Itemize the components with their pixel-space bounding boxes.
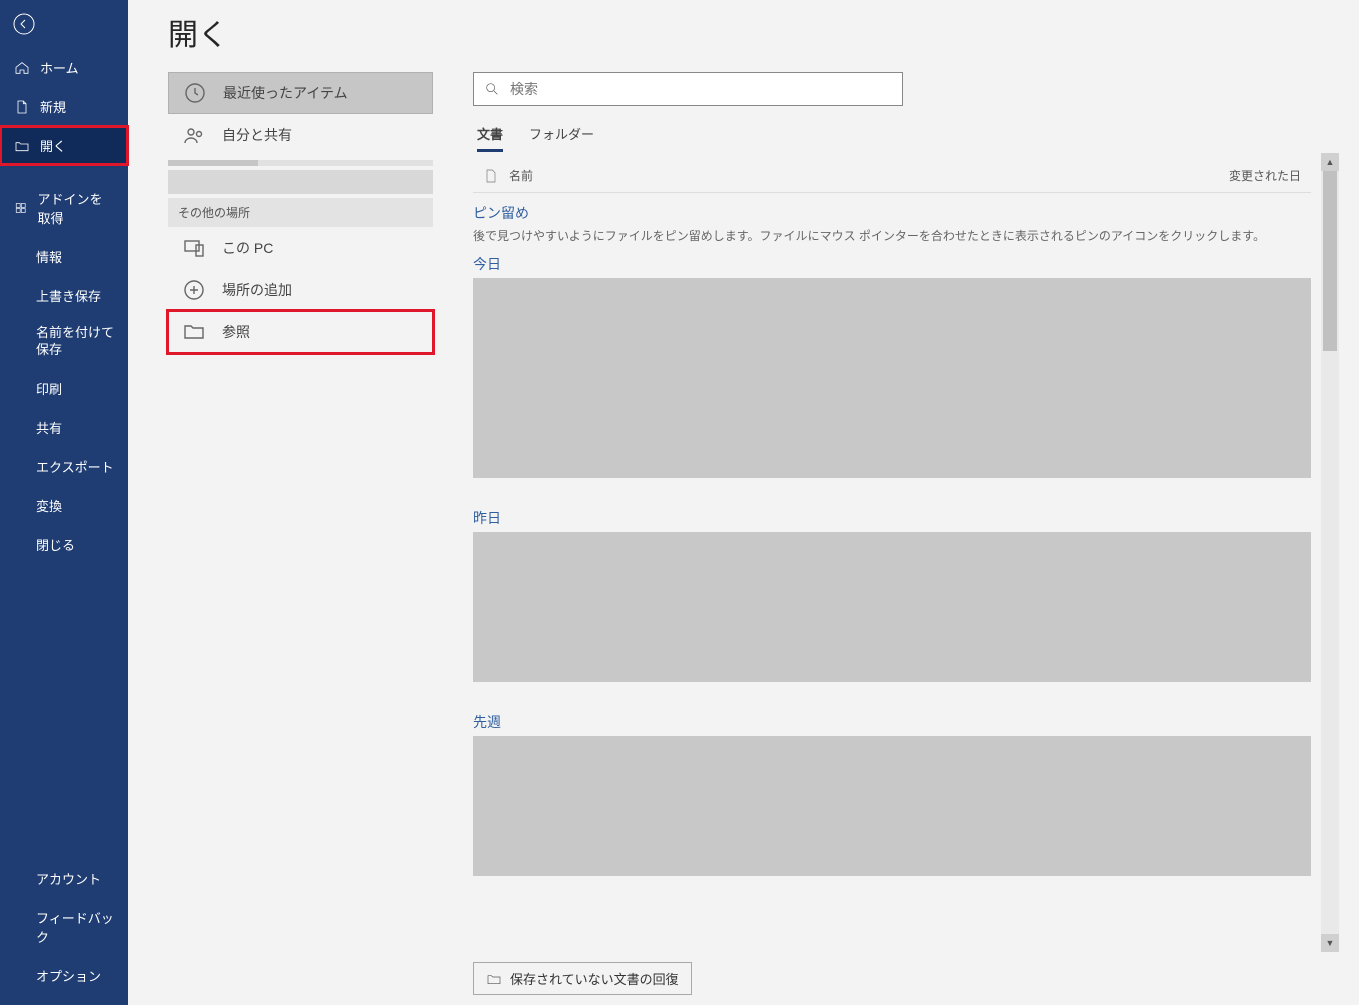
nav-get-addins[interactable]: アドインを取得 <box>0 179 128 237</box>
location-shared[interactable]: 自分と共有 <box>168 114 433 156</box>
document-icon <box>14 99 30 115</box>
file-list-panel: 文書 フォルダー 名前 変更された日 ピン留め 後で見つけやすいようにファイルを… <box>473 72 1339 995</box>
people-icon <box>182 123 206 147</box>
tab-folders[interactable]: フォルダー <box>529 120 594 152</box>
yesterday-files-placeholder[interactable] <box>473 532 1311 682</box>
scroll-down-button[interactable]: ▼ <box>1321 934 1339 952</box>
location-browse[interactable]: 参照 <box>168 311 433 353</box>
nav-new-label: 新規 <box>40 97 66 116</box>
section-lastweek-title: 先週 <box>473 712 1311 732</box>
search-box[interactable] <box>473 72 903 106</box>
nav-home-label: ホーム <box>40 58 79 77</box>
scrollbar-track[interactable] <box>1321 171 1339 934</box>
location-this-pc[interactable]: この PC <box>168 227 433 269</box>
addins-icon <box>14 200 27 216</box>
locations-divider <box>168 160 433 166</box>
section-today-title: 今日 <box>473 254 1311 274</box>
clock-icon <box>183 81 207 105</box>
lastweek-files-placeholder[interactable] <box>473 736 1311 876</box>
nav-options[interactable]: オプション <box>0 956 128 995</box>
scrollbar-thumb[interactable] <box>1323 171 1337 351</box>
nav-get-addins-label: アドインを取得 <box>37 189 114 227</box>
section-yesterday-title: 昨日 <box>473 508 1311 528</box>
locations-spacer <box>168 170 433 194</box>
nav-open-label: 開く <box>40 136 66 155</box>
tab-documents[interactable]: 文書 <box>477 120 503 152</box>
today-files-placeholder[interactable] <box>473 278 1311 478</box>
recover-unsaved-label: 保存されていない文書の回復 <box>510 969 679 988</box>
location-recent[interactable]: 最近使ったアイテム <box>168 72 433 114</box>
locations-other-heading: その他の場所 <box>168 198 433 227</box>
home-icon <box>14 60 30 76</box>
locations-panel: 最近使ったアイテム 自分と共有 その他の場所 この PC 場所の追加 参照 <box>168 72 433 995</box>
search-icon <box>484 81 500 97</box>
location-add-place[interactable]: 場所の追加 <box>168 269 433 311</box>
page-title: 開く <box>168 10 1339 54</box>
back-button[interactable] <box>0 0 48 48</box>
nav-close[interactable]: 閉じる <box>0 525 128 564</box>
file-list-body: 名前 変更された日 ピン留め 後で見つけやすいようにファイルをピン留めします。フ… <box>473 153 1317 952</box>
section-pinned-desc: 後で見つけやすいようにファイルをピン留めします。ファイルにマウス ポインターを合… <box>473 227 1311 244</box>
list-header: 名前 変更された日 <box>473 159 1311 193</box>
nav-save[interactable]: 上書き保存 <box>0 276 128 315</box>
file-tabs: 文書 フォルダー <box>473 120 1339 153</box>
main-area: 開く 最近使ったアイテム 自分と共有 その他の場所 この PC 場所の追加 <box>128 0 1359 1005</box>
section-pinned-title: ピン留め <box>473 203 1311 223</box>
location-browse-label: 参照 <box>222 322 250 342</box>
location-this-pc-label: この PC <box>222 238 273 258</box>
nav-save-as[interactable]: 名前を付けて保存 <box>0 315 128 369</box>
nav-open[interactable]: 開く <box>0 126 128 165</box>
nav-feedback[interactable]: フィードバック <box>0 898 128 956</box>
scroll-up-button[interactable]: ▲ <box>1321 153 1339 171</box>
location-recent-label: 最近使ったアイテム <box>223 83 348 103</box>
pc-icon <box>182 236 206 260</box>
backstage-sidebar: ホーム 新規 開く アドインを取得 情報 上書き保存 名前を付けて保存 印刷 共… <box>0 0 128 1005</box>
scrollbar[interactable]: ▲ ▼ <box>1321 153 1339 952</box>
back-arrow-icon <box>12 12 36 36</box>
folder-icon <box>182 320 206 344</box>
recover-unsaved-button[interactable]: 保存されていない文書の回復 <box>473 962 692 995</box>
nav-print[interactable]: 印刷 <box>0 369 128 408</box>
search-input[interactable] <box>510 81 892 97</box>
folder-open-icon <box>486 971 502 987</box>
nav-new[interactable]: 新規 <box>0 87 128 126</box>
file-icon <box>483 168 499 184</box>
add-place-icon <box>182 278 206 302</box>
nav-export[interactable]: エクスポート <box>0 447 128 486</box>
nav-share[interactable]: 共有 <box>0 408 128 447</box>
nav-home[interactable]: ホーム <box>0 48 128 87</box>
location-shared-label: 自分と共有 <box>222 125 292 145</box>
nav-transform[interactable]: 変換 <box>0 486 128 525</box>
col-modified-label[interactable]: 変更された日 <box>1229 167 1301 184</box>
nav-account[interactable]: アカウント <box>0 859 128 898</box>
col-name-label[interactable]: 名前 <box>509 167 533 184</box>
location-add-place-label: 場所の追加 <box>222 280 292 300</box>
folder-open-icon <box>14 138 30 154</box>
nav-info[interactable]: 情報 <box>0 237 128 276</box>
